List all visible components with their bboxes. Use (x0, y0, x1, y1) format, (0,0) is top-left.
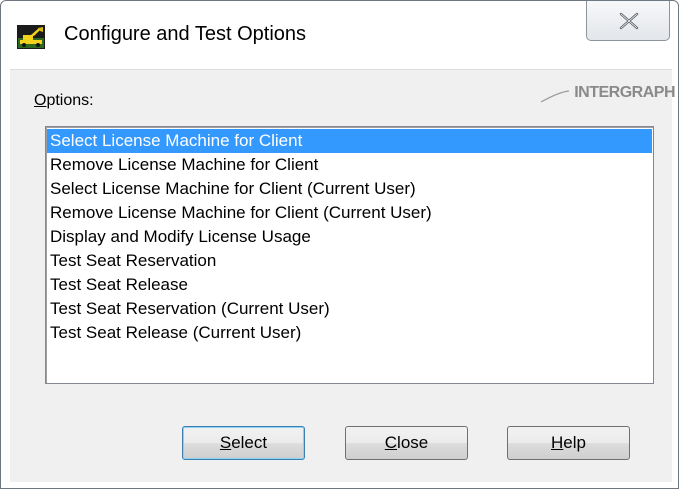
options-listbox[interactable]: Select License Machine for Client Remove … (45, 126, 654, 384)
help-button[interactable]: Help (507, 426, 630, 460)
option-item[interactable]: Test Seat Reservation (Current User) (47, 297, 652, 321)
title-bar[interactable]: Configure and Test Options (1, 1, 678, 69)
option-item[interactable]: Display and Modify License Usage (47, 225, 652, 249)
help-button-accel: H (551, 433, 564, 452)
option-item[interactable]: Select License Machine for Client (47, 129, 652, 153)
window-title: Configure and Test Options (64, 23, 307, 45)
dialog-body: Options: INTERGRAPH Select License Machi… (10, 69, 675, 482)
close-x-icon (619, 12, 639, 30)
select-button-accel: S (219, 433, 232, 452)
intergraph-logo: INTERGRAPH (539, 80, 675, 110)
option-item[interactable]: Select License Machine for Client (Curre… (47, 177, 652, 201)
options-label-accel: O (34, 92, 47, 109)
option-item[interactable]: Test Seat Release (47, 273, 652, 297)
select-button[interactable]: Select (182, 426, 305, 460)
close-window-button[interactable] (586, 1, 670, 41)
logo-text: INTERGRAPH (574, 84, 675, 101)
option-item[interactable]: Test Seat Release (Current User) (47, 321, 652, 345)
options-label-rest: ptions: (46, 92, 94, 109)
option-item[interactable]: Test Seat Reservation (47, 249, 652, 273)
options-label: Options: (34, 92, 94, 110)
close-button[interactable]: Close (345, 426, 468, 460)
app-icon (17, 25, 45, 49)
dialog-window: Configure and Test Options Options: INTE… (0, 0, 679, 489)
option-item[interactable]: Remove License Machine for Client (47, 153, 652, 177)
select-button-rest: elect (231, 433, 268, 452)
option-item[interactable]: Remove License Machine for Client (Curre… (47, 201, 652, 225)
options-list: Select License Machine for Client Remove … (46, 127, 653, 345)
help-button-rest: elp (563, 433, 586, 452)
close-button-rest: lose (397, 433, 429, 452)
close-button-accel: C (384, 433, 398, 452)
